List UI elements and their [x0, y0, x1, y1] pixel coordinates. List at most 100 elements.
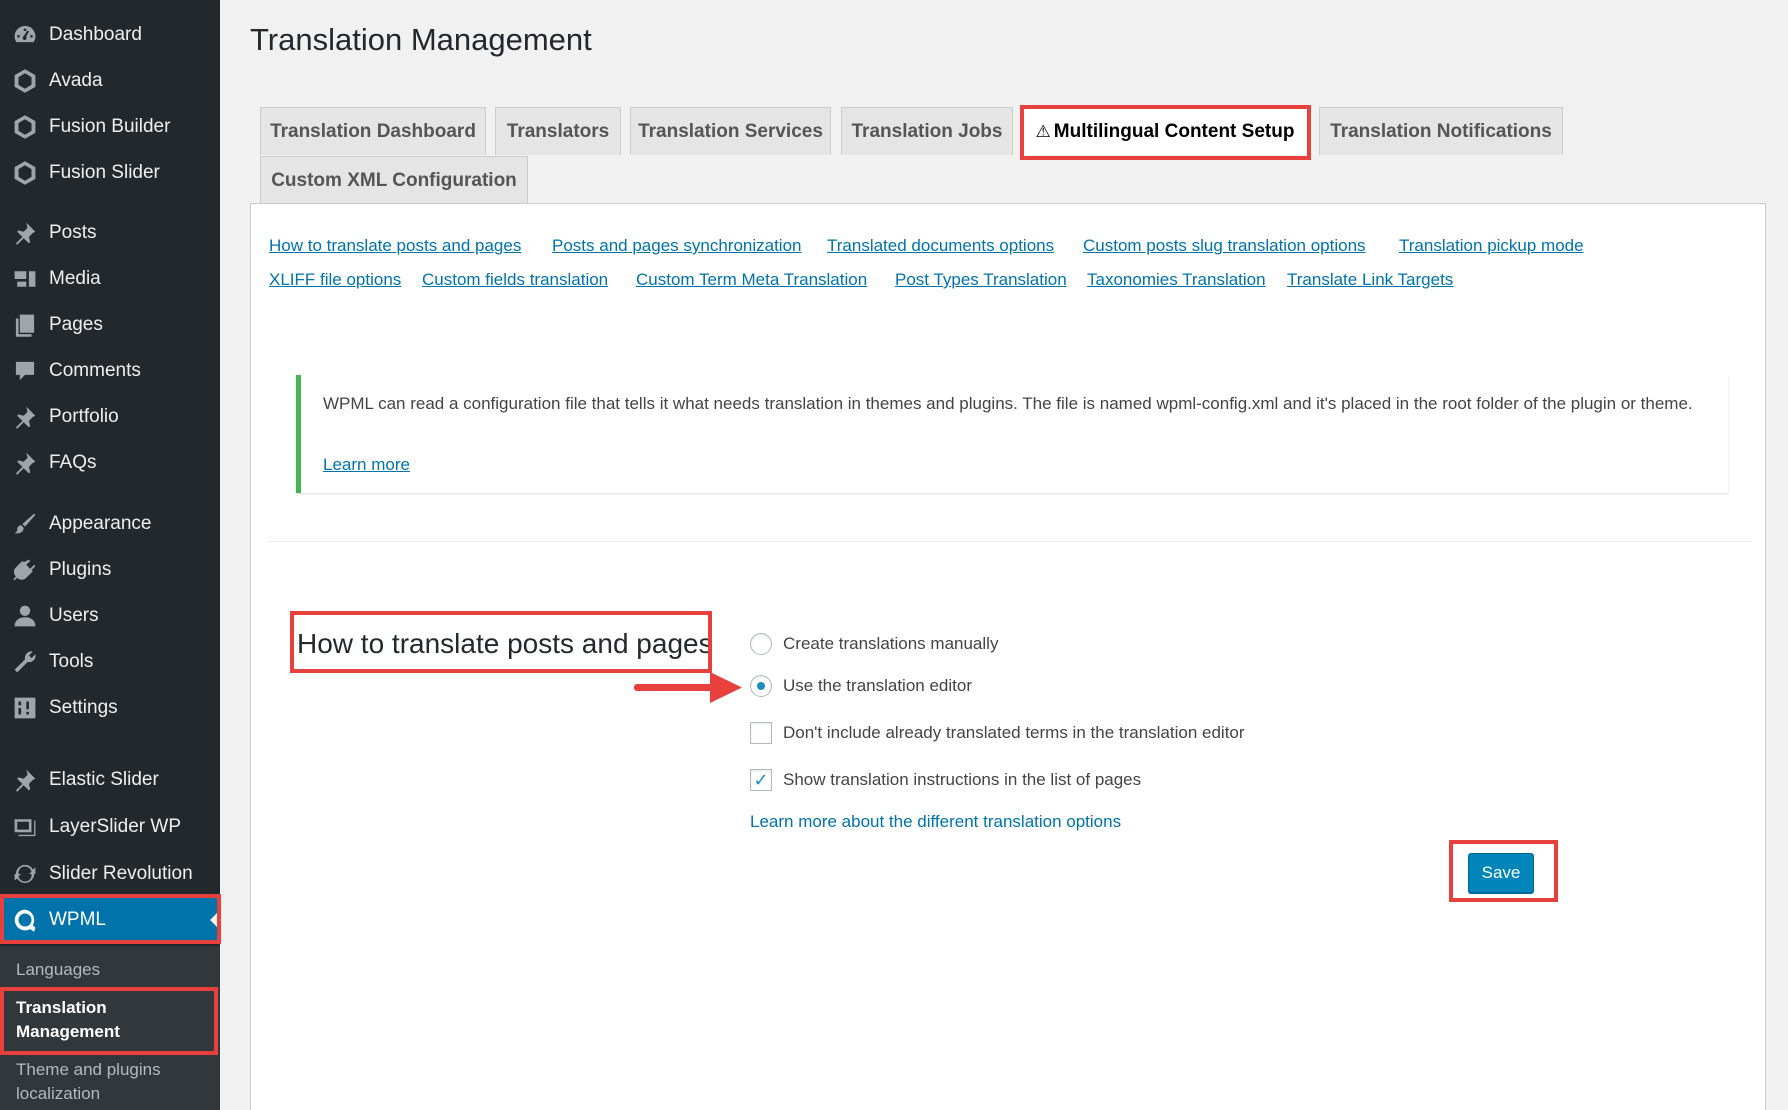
tab-multilingual-content-setup[interactable]: ⚠ Multilingual Content Setup [1022, 107, 1308, 155]
radio-create-manually[interactable] [750, 633, 772, 655]
link-custom-term-meta[interactable]: Custom Term Meta Translation [636, 270, 867, 290]
tab-label: Translators [506, 120, 610, 142]
avada-icon [0, 68, 49, 94]
link-how-to-translate[interactable]: How to translate posts and pages [269, 236, 521, 256]
refresh-icon [0, 861, 49, 887]
dashboard-icon [0, 22, 49, 48]
sidebar-item-media[interactable]: Media [0, 257, 220, 301]
sidebar-item-label: Comments [49, 360, 141, 381]
layers-icon [0, 814, 49, 840]
link-translate-link-targets[interactable]: Translate Link Targets [1287, 270, 1453, 290]
link-post-types-translation[interactable]: Post Types Translation [895, 270, 1067, 290]
sidebar-item-label: Media [49, 268, 101, 289]
save-button[interactable]: Save [1468, 853, 1534, 893]
submenu-item-theme-plugins-localization[interactable]: Theme and plugins localization [16, 1058, 206, 1106]
sidebar-item-label: Fusion Slider [49, 162, 160, 183]
link-posts-pages-sync[interactable]: Posts and pages synchronization [552, 236, 802, 256]
sidebar-item-label: Slider Revolution [49, 863, 193, 884]
option-create-manually[interactable]: Create translations manually [750, 633, 998, 655]
option-label: Show translation instructions in the lis… [783, 770, 1142, 789]
pin-icon [0, 767, 49, 793]
wpml-submenu: Languages Translation Management Theme a… [0, 946, 220, 1110]
sidebar-item-label: Plugins [49, 559, 112, 580]
sidebar-item-portfolio[interactable]: Portfolio [0, 395, 220, 439]
user-icon [0, 603, 49, 629]
checkbox-exclude-translated-terms[interactable] [750, 722, 772, 744]
sidebar-item-label: Dashboard [49, 24, 142, 45]
pin-icon [0, 404, 49, 430]
settings-icon [0, 695, 49, 721]
tab-translation-services[interactable]: Translation Services [630, 107, 831, 155]
tab-custom-xml-configuration[interactable]: Custom XML Configuration [260, 156, 528, 204]
tab-translation-dashboard[interactable]: Translation Dashboard [260, 107, 486, 155]
sidebar-item-label: WPML [49, 909, 106, 930]
tab-translators[interactable]: Translators [495, 107, 621, 155]
red-arrow-icon [634, 672, 742, 703]
learn-more-translation-options-link[interactable]: Learn more about the different translati… [750, 812, 1121, 832]
submenu-item-translation-management[interactable]: Translation Management [16, 996, 206, 1044]
comment-icon [0, 358, 49, 384]
tab-label: Translation Jobs [851, 120, 1003, 142]
option-translation-editor[interactable]: Use the translation editor [750, 675, 972, 697]
pin-icon [0, 450, 49, 476]
sidebar-item-avada[interactable]: Avada [0, 59, 220, 103]
tab-label: Translation Services [638, 120, 823, 142]
pin-icon [0, 220, 49, 246]
active-menu-pointer [210, 910, 220, 930]
section-divider [268, 541, 1752, 542]
sidebar-item-dashboard[interactable]: Dashboard [0, 13, 220, 57]
section-title: How to translate posts and pages [297, 628, 713, 659]
option-show-instructions[interactable]: ✓ Show translation instructions in the l… [750, 769, 1141, 791]
notice-learn-more-link[interactable]: Learn more [323, 455, 410, 475]
media-icon [0, 266, 49, 292]
option-label: Use the translation editor [783, 676, 972, 695]
sidebar-item-pages[interactable]: Pages [0, 303, 220, 347]
sidebar-item-slider-revolution[interactable]: Slider Revolution [0, 852, 220, 896]
tab-label: Translation Notifications [1330, 120, 1552, 142]
tab-label: Translation Dashboard [270, 120, 476, 142]
sidebar-item-posts[interactable]: Posts [0, 211, 220, 255]
sidebar-item-layerslider[interactable]: LayerSlider WP [0, 805, 220, 849]
link-custom-fields-translation[interactable]: Custom fields translation [422, 270, 608, 290]
warning-icon: ⚠ [1035, 121, 1051, 141]
link-translation-pickup-mode[interactable]: Translation pickup mode [1399, 236, 1584, 256]
sidebar-item-elastic-slider[interactable]: Elastic Slider [0, 758, 220, 802]
sidebar-item-settings[interactable]: Settings [0, 686, 220, 730]
fusion-builder-icon [0, 114, 49, 140]
plugin-icon [0, 557, 49, 583]
sidebar-item-wpml[interactable]: WPML [0, 898, 220, 942]
sidebar-item-label: LayerSlider WP [49, 816, 181, 837]
tab-translation-notifications[interactable]: Translation Notifications [1319, 107, 1563, 155]
checkbox-show-instructions[interactable]: ✓ [750, 769, 772, 791]
pages-icon [0, 312, 49, 338]
sidebar-item-faqs[interactable]: FAQs [0, 441, 220, 485]
link-taxonomies-translation[interactable]: Taxonomies Translation [1087, 270, 1266, 290]
sidebar-item-appearance[interactable]: Appearance [0, 502, 220, 546]
info-notice: WPML can read a configuration file that … [296, 375, 1728, 493]
sidebar-item-label: FAQs [49, 452, 97, 473]
sidebar-item-label: Posts [49, 222, 97, 243]
tab-label: Multilingual Content Setup [1053, 120, 1295, 142]
tab-translation-jobs[interactable]: Translation Jobs [841, 107, 1013, 155]
fusion-slider-icon [0, 160, 49, 186]
sidebar-item-plugins[interactable]: Plugins [0, 548, 220, 592]
submenu-item-languages[interactable]: Languages [16, 958, 206, 982]
wpml-icon [0, 907, 49, 933]
option-exclude-translated-terms[interactable]: Don't include already translated terms i… [750, 722, 1245, 744]
sidebar-item-fusion-slider[interactable]: Fusion Slider [0, 151, 220, 195]
link-xliff-file-options[interactable]: XLIFF file options [269, 270, 401, 290]
option-label: Don't include already translated terms i… [783, 723, 1245, 742]
sidebar-item-fusion-builder[interactable]: Fusion Builder [0, 105, 220, 149]
sidebar-item-comments[interactable]: Comments [0, 349, 220, 393]
sidebar-item-label: Appearance [49, 513, 152, 534]
link-custom-posts-slug[interactable]: Custom posts slug translation options [1083, 236, 1366, 256]
radio-translation-editor[interactable] [750, 675, 772, 697]
wrench-icon [0, 649, 49, 675]
sidebar-item-label: Pages [49, 314, 103, 335]
radio-selected-dot [757, 682, 765, 690]
sidebar-item-label: Users [49, 605, 99, 626]
sidebar-item-tools[interactable]: Tools [0, 640, 220, 684]
sidebar-item-label: Avada [49, 70, 103, 91]
link-translated-documents-options[interactable]: Translated documents options [827, 236, 1054, 256]
sidebar-item-users[interactable]: Users [0, 594, 220, 638]
